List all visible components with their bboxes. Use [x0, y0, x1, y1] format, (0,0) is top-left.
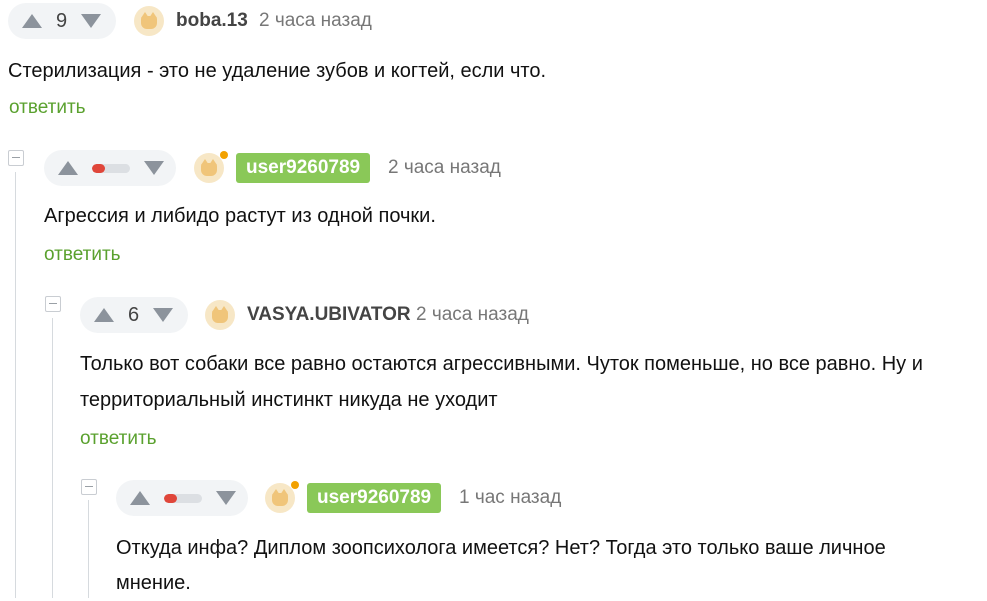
- username-badge[interactable]: user9260789: [236, 153, 371, 183]
- timestamp[interactable]: 2 часа назад: [259, 10, 372, 32]
- vote-control: 6: [80, 297, 188, 333]
- online-dot-icon: [291, 481, 299, 489]
- avatar[interactable]: [265, 481, 299, 513]
- rating-bar-fill: [164, 493, 178, 503]
- vote-control: [116, 480, 248, 516]
- avatar[interactable]: [205, 300, 235, 330]
- username[interactable]: VASYA.UBIVATOR: [247, 304, 411, 326]
- collapse-toggle[interactable]: [81, 479, 97, 495]
- online-dot-icon: [220, 151, 228, 159]
- downvote-arrow-icon[interactable]: [81, 14, 102, 28]
- collapse-toggle[interactable]: [45, 296, 61, 312]
- downvote-arrow-icon[interactable]: [153, 308, 174, 322]
- avatar[interactable]: [134, 6, 164, 36]
- thread-line: [88, 500, 89, 598]
- upvote-arrow-icon[interactable]: [58, 161, 78, 175]
- thread-line: [52, 318, 53, 598]
- downvote-arrow-icon[interactable]: [144, 161, 164, 175]
- username[interactable]: boba.13: [176, 10, 248, 32]
- comment-text: Агрессия и либидо растут из одной почки.: [44, 205, 436, 227]
- reply-link[interactable]: ответить: [9, 97, 86, 119]
- timestamp[interactable]: 2 часа назад: [388, 157, 501, 179]
- reply-link[interactable]: ответить: [44, 244, 121, 266]
- upvote-arrow-icon[interactable]: [94, 308, 114, 322]
- vote-control: [44, 150, 176, 186]
- comment-text-line: мнение.: [116, 572, 191, 594]
- rating-bar: [164, 493, 202, 503]
- username-badge[interactable]: user9260789: [307, 483, 442, 513]
- rating-bar-fill: [92, 163, 106, 173]
- comment-text-line: Откуда инфа? Диплом зоопсихолога имеется…: [116, 537, 886, 559]
- downvote-arrow-icon[interactable]: [216, 491, 236, 505]
- vote-score: 6: [128, 303, 140, 326]
- vote-score: 9: [56, 9, 68, 32]
- collapse-toggle[interactable]: [8, 150, 24, 166]
- timestamp[interactable]: 2 часа назад: [416, 304, 529, 326]
- upvote-arrow-icon[interactable]: [22, 14, 42, 28]
- comment-text: Стерилизация - это не удаление зубов и к…: [8, 60, 547, 82]
- thread-line: [15, 172, 16, 598]
- reply-link[interactable]: ответить: [80, 428, 157, 450]
- comment-text-line: территориальный инстинкт никуда не уходи…: [80, 389, 498, 411]
- avatar[interactable]: [194, 151, 228, 183]
- upvote-arrow-icon[interactable]: [130, 491, 150, 505]
- comment-text-line: Только вот собаки все равно остаются агр…: [80, 353, 923, 375]
- vote-control: 9: [8, 3, 116, 39]
- timestamp[interactable]: 1 час назад: [459, 487, 561, 509]
- rating-bar: [92, 163, 130, 173]
